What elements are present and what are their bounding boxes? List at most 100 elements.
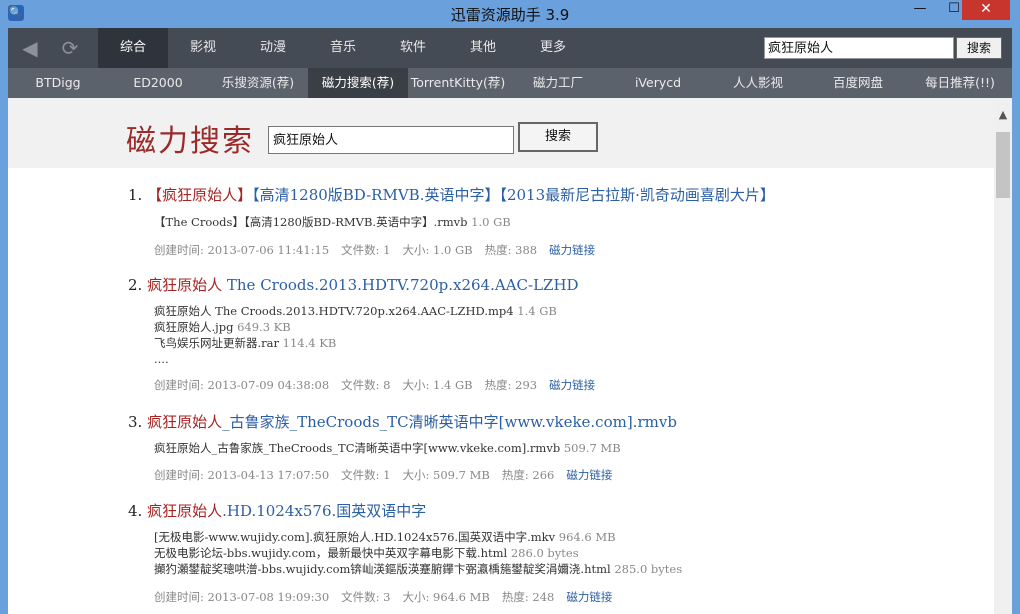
result-title-highlight: 疯狂原始人 <box>147 276 223 294</box>
file-name: 【The Croods】【高清1280版BD-RMVB.英语中字】.rmvb <box>154 215 468 229</box>
created-time: 创建时间: 2013-07-08 19:09:30 <box>154 590 330 604</box>
created-time: 创建时间: 2013-07-09 04:38:08 <box>154 378 330 392</box>
results-page: 磁力搜索 疯狂原始人 搜索 1. 【疯狂原始人】【高清1280版BD-RMVB.… <box>8 98 994 614</box>
created-time: 创建时间: 2013-07-06 11:41:15 <box>154 243 330 257</box>
tab-video[interactable]: 影视 <box>168 28 238 68</box>
file-name: 无极电影论坛-bbs.wujidy.com，最新最快中英双字幕电影下载.html <box>154 546 508 560</box>
site-logo: 磁力搜索 <box>126 124 254 159</box>
file-entry: 疯狂原始人_古鲁家族_TheCroods_TC清晰英语中字[www.vkeke.… <box>154 440 621 456</box>
result-number: 1. <box>128 186 143 204</box>
search-input[interactable]: 疯狂原始人 <box>268 126 514 154</box>
file-name: 攧犳瀬鐢靛奖璁哄潧-bbs.wujidy.com锛屾渶鏂版渶蹇腑鑻卞弻瀛楀箷鐢靛… <box>154 562 611 576</box>
tab-other[interactable]: 其他 <box>448 28 518 68</box>
scrollbar-thumb[interactable] <box>996 132 1010 198</box>
result-title-rest: .HD.1024x576.国英双语中字 <box>222 502 427 520</box>
vertical-scrollbar[interactable]: ▲ <box>994 98 1012 614</box>
result-title-highlight: 【疯狂原始人】 <box>147 186 253 204</box>
file-size: 1.4 GB <box>517 304 557 318</box>
result-title-rest: 【高清1280版BD-RMVB.英语中字】【2013最新尼古拉斯·凯奇动画喜剧大… <box>252 186 775 204</box>
heat: 热度: 388 <box>484 243 538 257</box>
magnet-link[interactable]: 磁力链接 <box>549 243 595 257</box>
tab-anime[interactable]: 动漫 <box>238 28 308 68</box>
result-title-highlight: 疯狂原始人 <box>147 502 223 520</box>
site-tab-lesou[interactable]: 乐搜资源(荐) <box>208 68 308 98</box>
total-size: 大小: 1.4 GB <box>402 378 473 392</box>
magnet-link[interactable]: 磁力链接 <box>549 378 595 392</box>
file-count: 文件数: 3 <box>341 590 391 604</box>
result-meta: 创建时间: 2013-07-09 04:38:08 文件数: 8 大小: 1.4 G… <box>154 377 595 393</box>
file-size: 509.7 MB <box>563 441 621 455</box>
scroll-up-arrow-icon[interactable]: ▲ <box>996 108 1010 122</box>
file-list: 【The Croods】【高清1280版BD-RMVB.英语中字】.rmvb 1… <box>154 214 511 230</box>
result-meta: 创建时间: 2013-04-13 17:07:50 文件数: 1 大小: 509.7… <box>154 467 612 483</box>
file-name: 飞鸟娱乐网址更新器.rar <box>154 336 280 350</box>
result-title-link[interactable]: 3. 疯狂原始人_古鲁家族_TheCroods_TC清晰英语中字[www.vke… <box>128 411 677 432</box>
site-tab-ed2000[interactable]: ED2000 <box>108 68 208 98</box>
file-entry: 攧犳瀬鐢靛奖璁哄潧-bbs.wujidy.com锛屾渶鏂版渶蹇腑鑻卞弻瀛楀箷鐢靛… <box>154 561 682 577</box>
file-entry: 【The Croods】【高清1280版BD-RMVB.英语中字】.rmvb 1… <box>154 214 511 230</box>
file-size: 1.0 GB <box>471 215 511 229</box>
magnet-link[interactable]: 磁力链接 <box>566 468 612 482</box>
site-tab-btdigg[interactable]: BTDigg <box>8 68 108 98</box>
file-size: 964.6 MB <box>558 530 616 544</box>
close-button[interactable]: ✕ <box>962 0 1010 20</box>
site-tab-iverycd[interactable]: iVerycd <box>608 68 708 98</box>
file-list: 疯狂原始人_古鲁家族_TheCroods_TC清晰英语中字[www.vkeke.… <box>154 440 621 456</box>
result-number: 3. <box>128 413 143 431</box>
magnet-link[interactable]: 磁力链接 <box>566 590 612 604</box>
file-name: [无极电影-www.wujidy.com].疯狂原始人.HD.1024x576.… <box>154 530 556 544</box>
file-entry: 无极电影论坛-bbs.wujidy.com，最新最快中英双字幕电影下载.html… <box>154 545 682 561</box>
result-title-link[interactable]: 2. 疯狂原始人 The Croods.2013.HDTV.720p.x264.… <box>128 274 579 295</box>
file-size: 649.3 KB <box>237 320 291 334</box>
result-title-rest: _古鲁家族_TheCroods_TC清晰英语中字[www.vkeke.com].… <box>222 413 677 431</box>
site-tab-torrentkitty[interactable]: TorrentKitty(荐) <box>408 68 508 98</box>
tab-comprehensive[interactable]: 综合 <box>98 28 168 68</box>
site-tab-renren[interactable]: 人人影视 <box>708 68 808 98</box>
tab-more[interactable]: 更多 <box>518 28 588 68</box>
result-title-link[interactable]: 1. 【疯狂原始人】【高清1280版BD-RMVB.英语中字】【2013最新尼古… <box>128 184 775 205</box>
heat: 热度: 248 <box>501 590 555 604</box>
file-count: 文件数: 8 <box>341 378 391 392</box>
result-number: 4. <box>128 502 143 520</box>
top-search-input[interactable]: 疯狂原始人 <box>764 37 954 59</box>
result-meta: 创建时间: 2013-07-08 19:09:30 文件数: 3 大小: 964.6… <box>154 589 612 605</box>
site-tab-magnet-factory[interactable]: 磁力工厂 <box>508 68 608 98</box>
file-count: 文件数: 1 <box>341 468 391 482</box>
heat: 热度: 266 <box>501 468 555 482</box>
app-window: 🔍 迅雷资源助手 3.9 — ☐ ✕ ◀ ⟳ 综合 影视 动漫 音乐 软件 其他… <box>0 0 1020 614</box>
file-list: 疯狂原始人 The Croods.2013.HDTV.720p.x264.AAC… <box>154 303 557 367</box>
tab-software[interactable]: 软件 <box>378 28 448 68</box>
refresh-icon[interactable]: ⟳ <box>58 36 82 60</box>
created-time: 创建时间: 2013-04-13 17:07:50 <box>154 468 330 482</box>
file-entry: 飞鸟娱乐网址更新器.rar 114.4 KB <box>154 335 557 351</box>
file-entry: .... <box>154 351 557 367</box>
file-name: 疯狂原始人.jpg <box>154 320 234 334</box>
file-name: 疯狂原始人 The Croods.2013.HDTV.720p.x264.AAC… <box>154 304 514 318</box>
total-size: 大小: 964.6 MB <box>402 590 490 604</box>
file-entry: [无极电影-www.wujidy.com].疯狂原始人.HD.1024x576.… <box>154 529 682 545</box>
site-nav: BTDigg ED2000 乐搜资源(荐) 磁力搜索(荐) TorrentKit… <box>8 68 1012 98</box>
category-nav: ◀ ⟳ 综合 影视 动漫 音乐 软件 其他 更多 疯狂原始人 搜索 <box>8 28 1012 68</box>
back-arrow-icon[interactable]: ◀ <box>18 36 42 60</box>
file-size: 286.0 bytes <box>510 546 579 560</box>
heat: 热度: 293 <box>484 378 538 392</box>
site-tab-magnet-search[interactable]: 磁力搜索(荐) <box>308 68 408 98</box>
total-size: 大小: 1.0 GB <box>402 243 473 257</box>
file-count: 文件数: 1 <box>341 243 391 257</box>
result-number: 2. <box>128 276 143 294</box>
result-title-highlight: 疯狂原始人 <box>147 413 223 431</box>
site-tab-daily-recommend[interactable]: 每日推荐(!!) <box>908 68 1012 98</box>
minimize-button[interactable]: — <box>906 0 934 20</box>
search-button[interactable]: 搜索 <box>518 122 598 152</box>
result-title-rest: The Croods.2013.HDTV.720p.x264.AAC-LZHD <box>222 276 579 294</box>
file-name: .... <box>154 352 169 366</box>
file-size: 285.0 bytes <box>614 562 683 576</box>
title-bar: 🔍 迅雷资源助手 3.9 — ☐ ✕ <box>0 0 1020 28</box>
file-list: [无极电影-www.wujidy.com].疯狂原始人.HD.1024x576.… <box>154 529 682 577</box>
file-entry: 疯狂原始人.jpg 649.3 KB <box>154 319 557 335</box>
result-title-link[interactable]: 4. 疯狂原始人.HD.1024x576.国英双语中字 <box>128 500 426 521</box>
search-header: 磁力搜索 疯狂原始人 搜索 <box>8 98 994 168</box>
tab-music[interactable]: 音乐 <box>308 28 378 68</box>
site-tab-baidu-pan[interactable]: 百度网盘 <box>808 68 908 98</box>
top-search-button[interactable]: 搜索 <box>956 37 1002 59</box>
